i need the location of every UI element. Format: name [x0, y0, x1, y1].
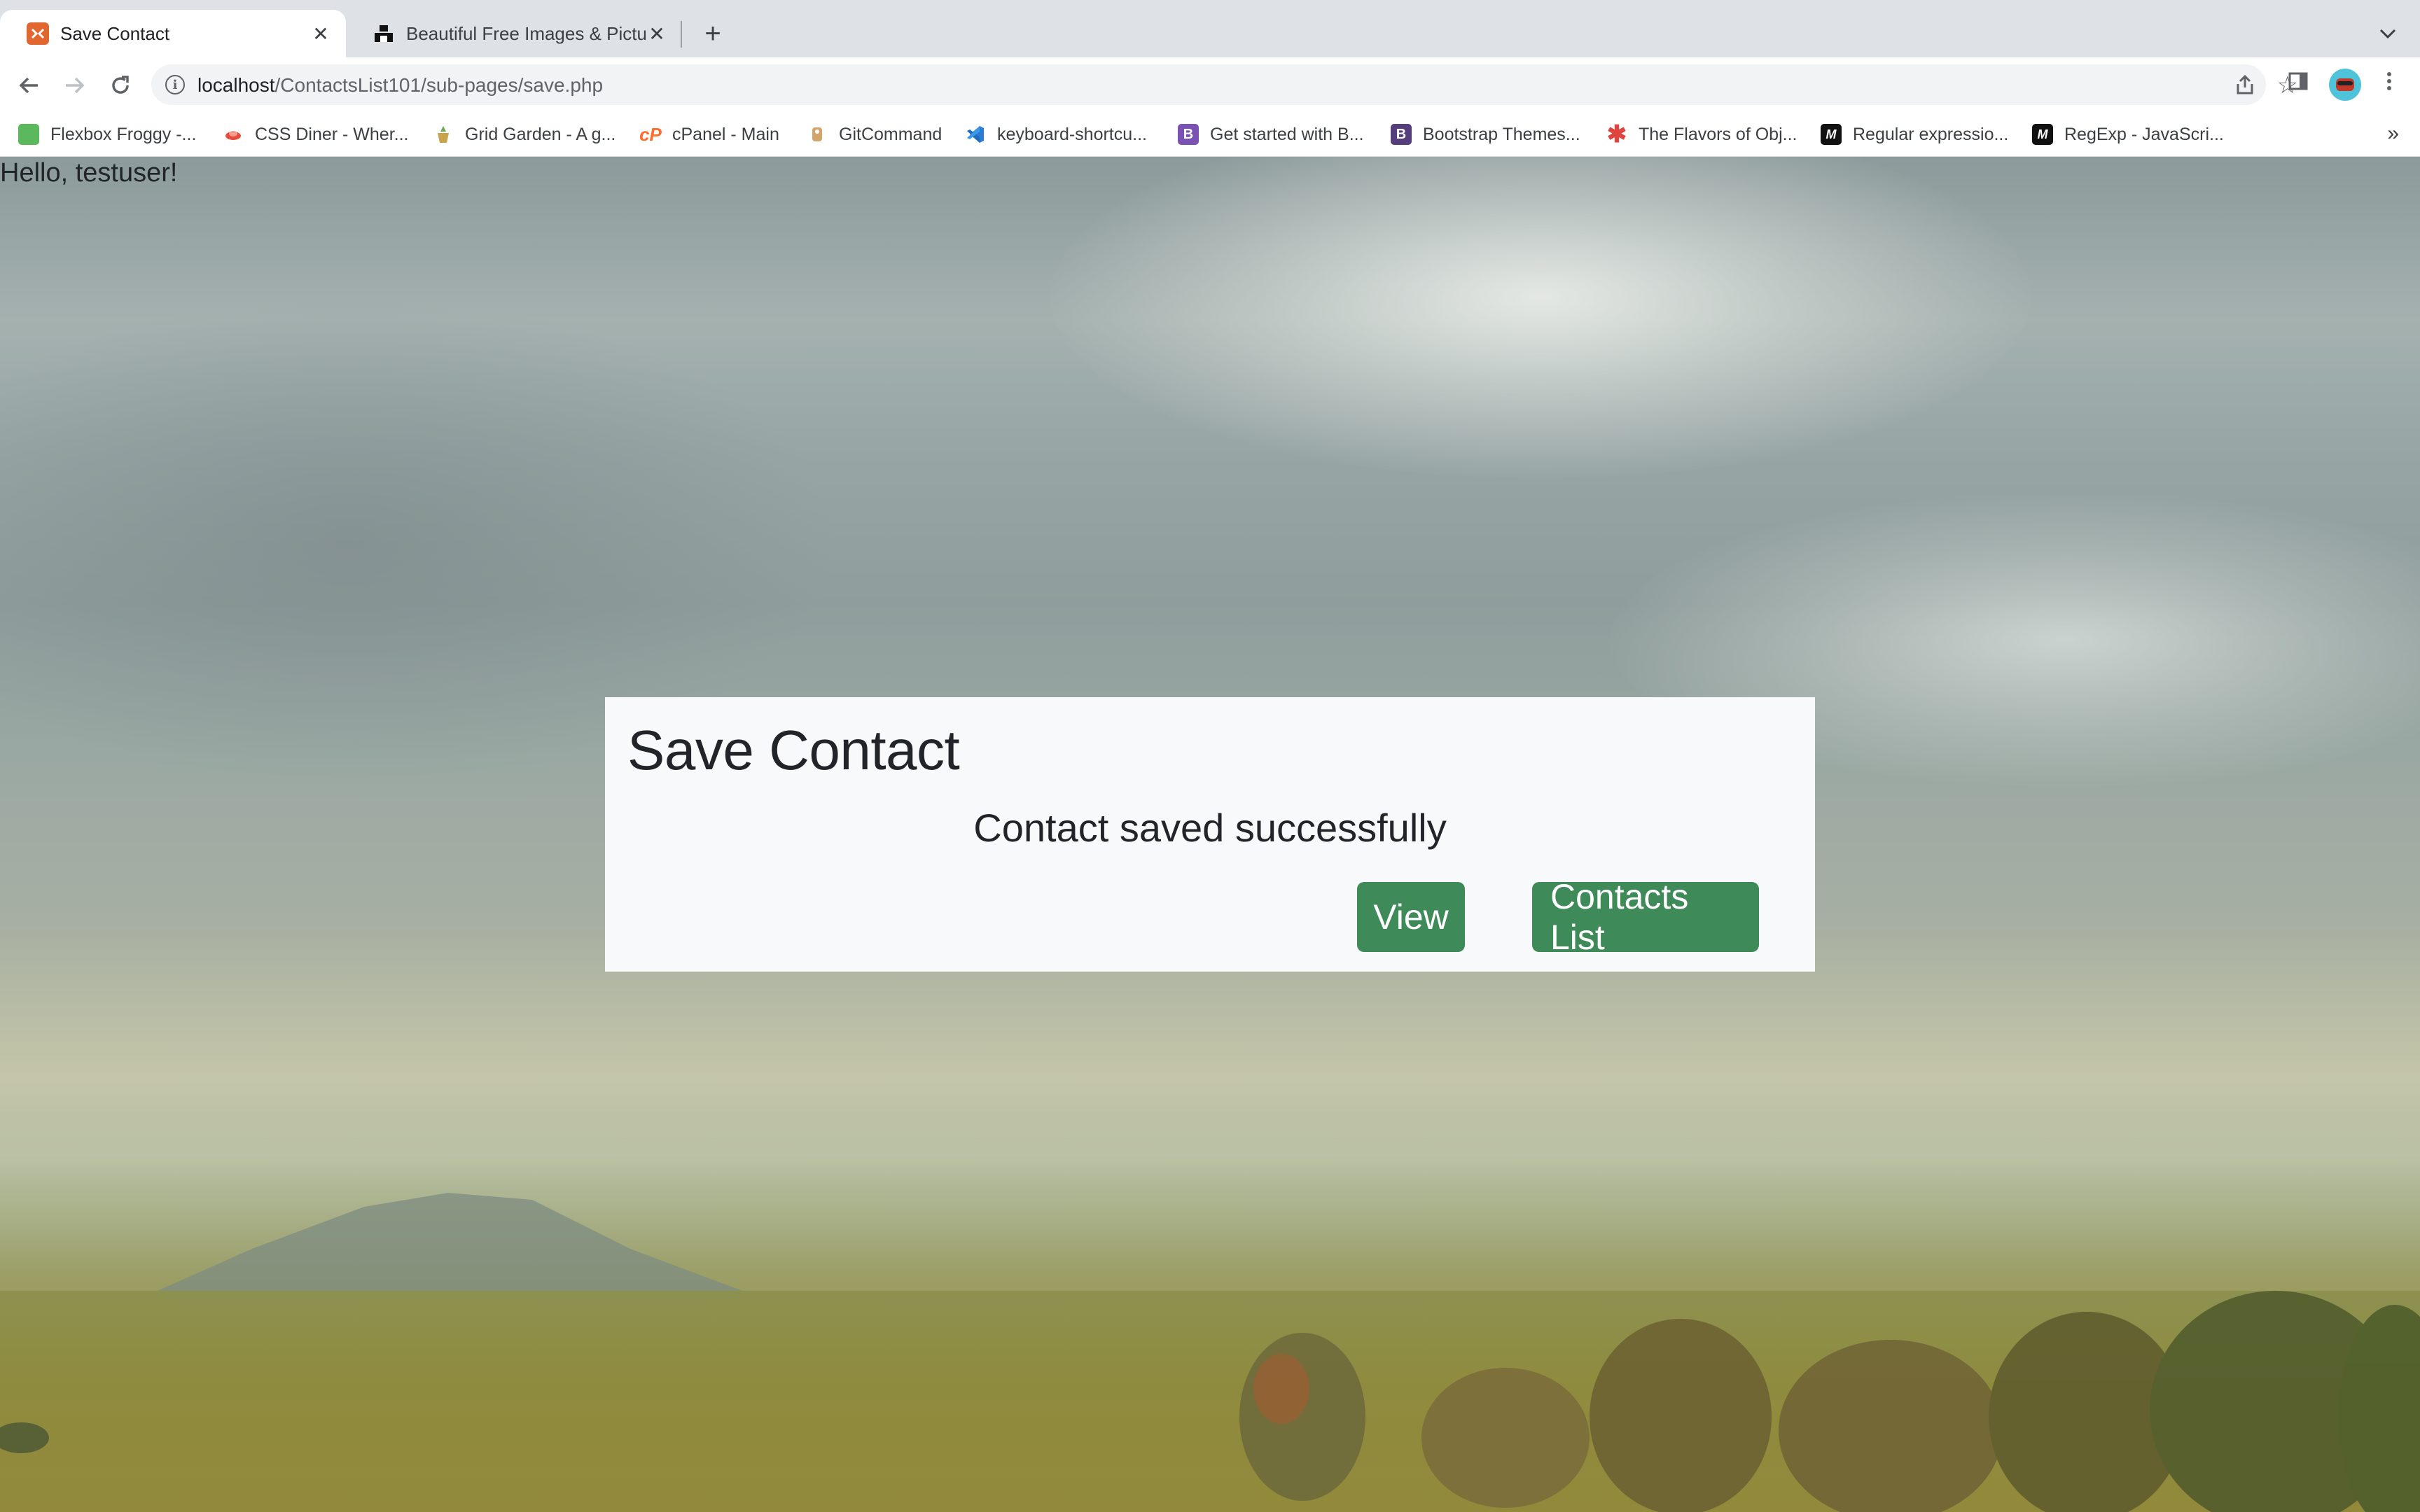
success-message: Contact saved successfully: [973, 806, 1447, 850]
tab-title: Beautiful Free Images & Pictures: [406, 22, 646, 44]
greeting-text: Hello, testuser!: [0, 158, 178, 188]
browser-toolbar: i localhost/ContactsList101/sub-pages/sa…: [0, 57, 2420, 112]
bookmark-flexbox-froggy[interactable]: Flexbox Froggy -...: [18, 122, 196, 147]
address-bar[interactable]: i localhost/ContactsList101/sub-pages/sa…: [151, 64, 2298, 105]
bookmark-label: The Flavors of Obj...: [1639, 124, 1797, 144]
url-text: localhost/ContactsList101/sub-pages/save…: [197, 74, 604, 96]
xampp-favicon-icon: [27, 22, 49, 45]
plate-icon: [223, 124, 244, 145]
carrot-icon: [433, 124, 454, 145]
profile-avatar[interactable]: [2329, 69, 2361, 101]
tab-save-contact[interactable]: Save Contact ✕: [0, 10, 346, 57]
bookmark-label: keyboard-shortcu...: [997, 124, 1147, 144]
back-arrow-icon[interactable]: [14, 70, 45, 101]
unsplash-favicon-icon: [373, 22, 395, 45]
cpanel-icon: cP: [639, 123, 662, 145]
close-tab-icon[interactable]: ✕: [646, 22, 668, 45]
bookmark-label: Regular expressio...: [1853, 124, 2009, 144]
bookmark-label: Flexbox Froggy -...: [50, 124, 197, 144]
bookmark-label: CSS Diner - Wher...: [255, 124, 409, 144]
bookmark-label: Bootstrap Themes...: [1423, 124, 1580, 144]
save-contact-card: Save Contact Contact saved successfully …: [605, 697, 1815, 972]
close-tab-icon[interactable]: ✕: [310, 22, 332, 45]
reload-icon[interactable]: [105, 70, 136, 101]
background-trees: [0, 1291, 2420, 1512]
frog-icon: [18, 124, 39, 145]
tab-beautiful-free-images[interactable]: Beautiful Free Images & Pictures ✕: [346, 10, 682, 57]
background-cloud: [1050, 157, 2031, 479]
bookmark-label: RegExp - JavaScri...: [2064, 124, 2224, 144]
bookmark-cpanel[interactable]: cP cPanel - Main: [639, 122, 779, 147]
bookmark-label: Get started with B...: [1210, 124, 1364, 144]
share-icon[interactable]: [2235, 74, 2255, 99]
contacts-list-button[interactable]: Contacts List: [1532, 877, 1759, 957]
tab-title: Save Contact: [60, 22, 170, 44]
mdn-icon: M: [1821, 124, 1842, 145]
bookmark-flavors-of-objects[interactable]: ✱ The Flavors of Obj...: [1606, 121, 1797, 148]
asterisk-icon: ✱: [1606, 121, 1627, 148]
tab-strip: Save Contact ✕ Beautiful Free Images & P…: [0, 0, 2420, 57]
bookmark-keyboard-shortcuts[interactable]: keyboard-shortcu...: [965, 122, 1147, 147]
more-bookmarks-chevron-icon[interactable]: »: [2387, 122, 2399, 146]
new-tab-icon[interactable]: +: [697, 18, 728, 49]
bookmark-label: GitCommand: [839, 124, 943, 144]
tab-search-chevron-icon[interactable]: [2375, 21, 2400, 46]
git-icon: [807, 124, 828, 145]
bookmark-regular-expressions[interactable]: M Regular expressio...: [1821, 122, 2008, 147]
view-button[interactable]: View: [1357, 882, 1465, 952]
bookmark-grid-garden[interactable]: Grid Garden - A g...: [433, 122, 616, 147]
page-title: Save Contact: [627, 719, 960, 781]
page-viewport: Hello, testuser! Save Contact Contact sa…: [0, 157, 2420, 1512]
tab-separator: [681, 21, 682, 48]
bookmark-regexp-javascript[interactable]: M RegExp - JavaScri...: [2032, 122, 2224, 147]
bookmark-gitcommand[interactable]: GitCommand: [807, 122, 942, 147]
more-menu-icon[interactable]: [2378, 70, 2400, 96]
bookmark-label: Grid Garden - A g...: [465, 124, 616, 144]
bookmark-label: cPanel - Main: [672, 124, 779, 144]
side-panel-icon[interactable]: [2287, 70, 2309, 96]
site-info-icon[interactable]: i: [165, 75, 185, 94]
bookmark-bootstrap-themes[interactable]: B Bootstrap Themes...: [1391, 122, 1580, 147]
avatar-visor: [2337, 81, 2353, 85]
bookmark-css-diner[interactable]: CSS Diner - Wher...: [223, 122, 409, 147]
vscode-icon: [965, 124, 986, 145]
bootstrap-icon: B: [1178, 124, 1199, 145]
bookmark-get-started-bootstrap[interactable]: B Get started with B...: [1178, 122, 1364, 147]
bootstrap-themes-icon: B: [1391, 124, 1412, 145]
forward-arrow-icon[interactable]: [59, 70, 90, 101]
mdn-icon: M: [2032, 124, 2053, 145]
bookmarks-bar: Flexbox Froggy -... CSS Diner - Wher... …: [0, 112, 2420, 157]
